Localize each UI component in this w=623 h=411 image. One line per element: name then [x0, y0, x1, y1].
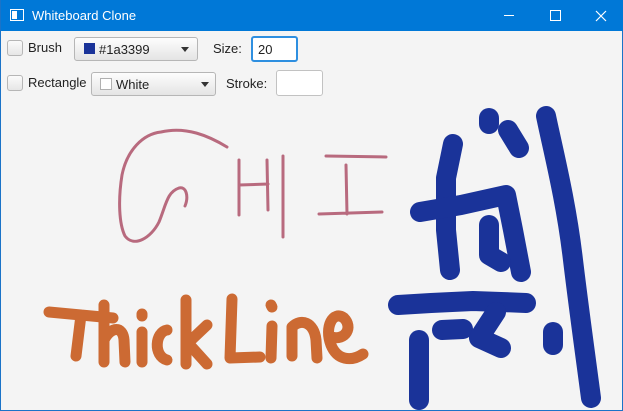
- pink-curl-stroke: [118, 128, 229, 243]
- window-title: Whiteboard Clone: [32, 8, 137, 23]
- blue-stroke-2: [498, 120, 529, 158]
- pink-letter-h-stroke: [237, 158, 270, 217]
- close-button[interactable]: [578, 0, 623, 31]
- rectangle-checkbox[interactable]: [7, 75, 23, 91]
- orange-letter-n-stroke: [286, 316, 323, 364]
- orange-letter-c-stroke: [151, 324, 173, 366]
- app-window-icon: [10, 9, 24, 21]
- orange-letter-k-stroke: [180, 294, 213, 370]
- blue-stroke-9: [432, 319, 473, 340]
- blue-stroke-10: [469, 302, 511, 358]
- orange-letter-l-stroke: [224, 293, 266, 364]
- pink-doodle-strokes: [118, 128, 388, 243]
- minimize-icon: [504, 15, 514, 16]
- minimize-button[interactable]: [486, 0, 532, 31]
- rectangle-color-swatch: [100, 78, 112, 90]
- pink-letter-i-stroke: [281, 154, 388, 239]
- orange-thick-line-text: [43, 293, 369, 370]
- close-icon: [595, 10, 607, 21]
- stroke-label: Stroke:: [226, 76, 268, 91]
- title-bar[interactable]: Whiteboard Clone: [1, 0, 623, 31]
- rectangle-label: Rectangle: [28, 75, 87, 90]
- blue-thick-brush-strokes: [388, 106, 601, 410]
- maximize-icon: [549, 10, 561, 21]
- brush-label: Brush: [28, 40, 62, 55]
- maximize-button[interactable]: [532, 0, 578, 31]
- blue-stroke-3: [536, 106, 601, 408]
- chevron-down-icon: [201, 82, 209, 87]
- brush-checkbox[interactable]: [7, 40, 23, 56]
- blue-stroke-7: [388, 291, 536, 315]
- drawing-canvas[interactable]: [1, 100, 622, 410]
- stroke-input[interactable]: [276, 70, 323, 96]
- rectangle-color-picker[interactable]: White: [91, 72, 216, 96]
- orange-letter-e-stroke: [323, 310, 369, 365]
- chevron-down-icon: [181, 47, 189, 52]
- brush-color-value: #1a3399: [99, 42, 150, 57]
- size-input[interactable]: [251, 36, 298, 62]
- rectangle-color-value: White: [116, 77, 150, 92]
- brush-color-picker[interactable]: #1a3399: [74, 37, 198, 61]
- size-label: Size:: [213, 41, 242, 56]
- app-window: Whiteboard Clone Brush #1a3399 Size: Rec…: [0, 0, 623, 411]
- blue-stroke-6: [479, 215, 511, 272]
- brush-color-swatch: [84, 43, 95, 54]
- orange-letter-i2-stroke: [265, 299, 278, 364]
